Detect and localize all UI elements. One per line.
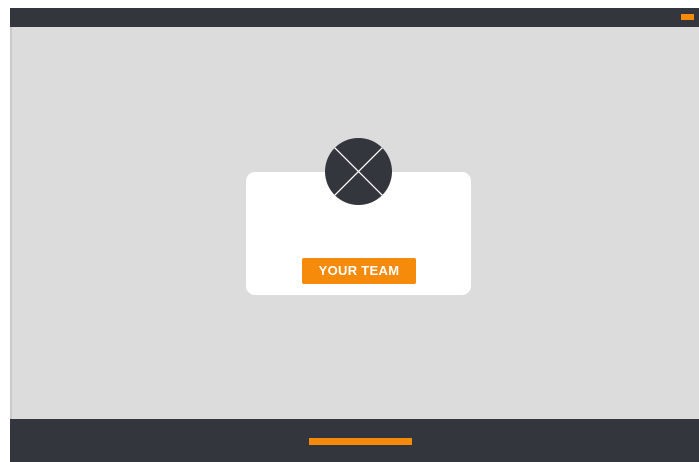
top-bar [10,8,699,27]
your-team-button[interactable]: YOUR TEAM [302,258,416,284]
placeholder-image-icon [325,138,392,205]
menu-indicator[interactable] [681,14,694,20]
left-edge-divider [10,27,12,419]
bottom-indicator[interactable] [309,438,412,445]
app-window: YOUR TEAM [10,8,699,462]
bottom-bar [10,419,699,462]
